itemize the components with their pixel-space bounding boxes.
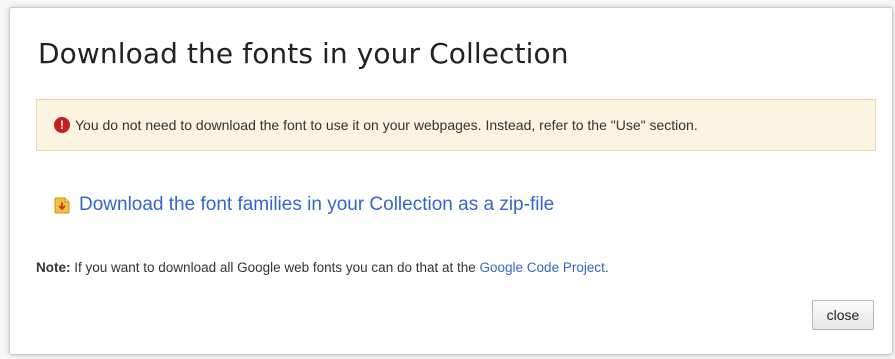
warning-text: You do not need to download the font to …	[75, 117, 698, 133]
note-label: Note:	[36, 260, 71, 275]
note-suffix: .	[604, 260, 609, 275]
download-zip-link[interactable]: Download the font families in your Colle…	[79, 194, 554, 216]
zip-file-icon	[54, 197, 70, 214]
note-body: If you want to download all Google web f…	[70, 260, 480, 275]
note-text: Note: If you want to download all Google…	[36, 260, 609, 275]
close-button[interactable]: close	[812, 300, 874, 330]
google-code-project-link[interactable]: Google Code Project	[480, 260, 605, 275]
download-fonts-dialog: Download the fonts in your Collection ! …	[9, 7, 893, 355]
download-zip-row: Download the font families in your Colle…	[53, 194, 554, 216]
warning-message: ! You do not need to download the font t…	[36, 99, 876, 151]
dialog-title: Download the fonts in your Collection	[38, 37, 569, 70]
error-icon: !	[54, 117, 70, 133]
